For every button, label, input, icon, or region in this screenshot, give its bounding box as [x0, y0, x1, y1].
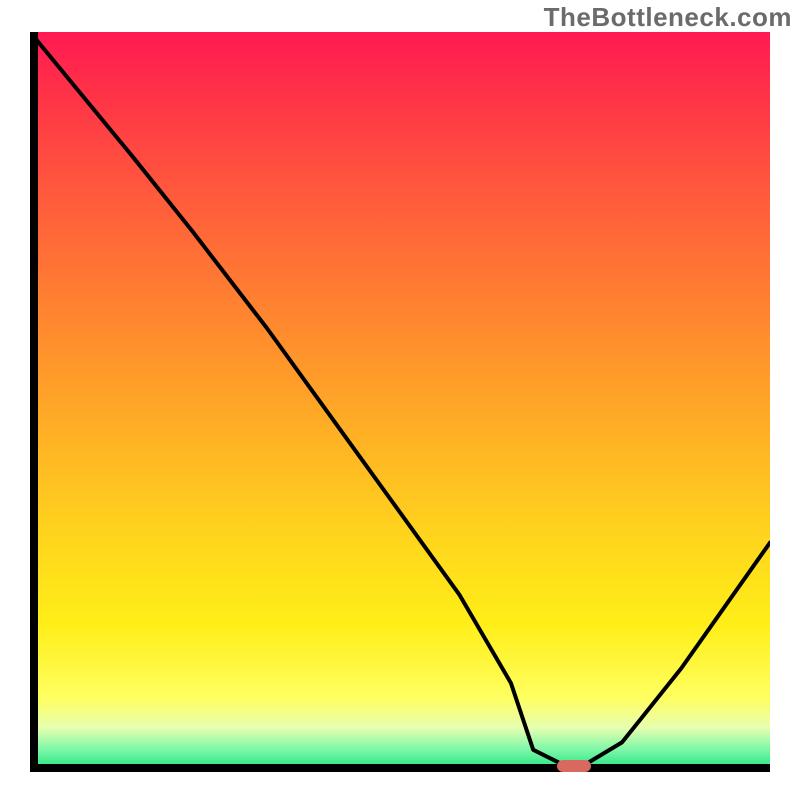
bottleneck-line: [30, 32, 770, 772]
chart-frame: TheBottleneck.com: [0, 0, 800, 800]
y-axis: [30, 32, 38, 772]
x-axis: [30, 764, 770, 772]
curve-path: [30, 32, 770, 765]
optimal-marker: [557, 760, 590, 772]
watermark-text: TheBottleneck.com: [544, 2, 792, 33]
